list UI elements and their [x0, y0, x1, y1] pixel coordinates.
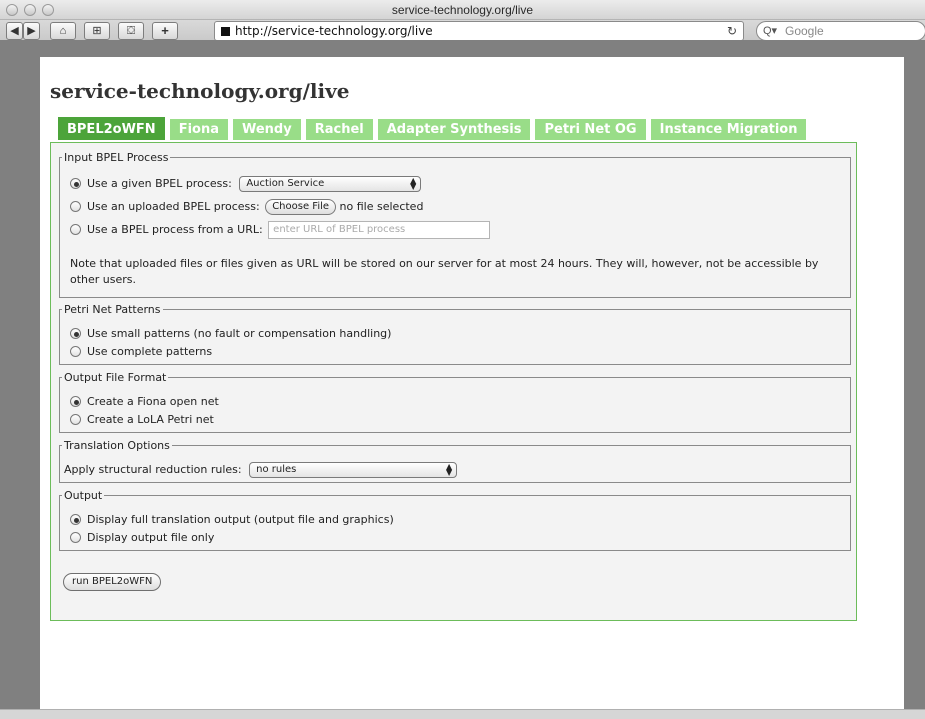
- full-output-label: Display full translation output (output …: [87, 513, 394, 526]
- small-patterns-radio[interactable]: [70, 328, 81, 339]
- search-icon: Q▾: [763, 25, 778, 37]
- lola-net-label: Create a LoLA Petri net: [87, 413, 214, 426]
- bookmarks-icon: ⛋: [126, 25, 136, 37]
- complete-patterns-row: Use complete patterns: [70, 344, 212, 360]
- reload-icon[interactable]: ↻: [727, 22, 737, 40]
- full-output-radio[interactable]: [70, 514, 81, 525]
- given-process-value: Auction Service: [246, 178, 325, 189]
- reduction-rules-label: Apply structural reduction rules:: [64, 463, 242, 476]
- choose-file-button[interactable]: Choose File: [265, 199, 337, 215]
- window-title: service-technology.org/live: [391, 3, 534, 17]
- tab-adapter-synthesis[interactable]: Adapter Synthesis: [377, 119, 531, 140]
- forward-button[interactable]: ▶: [23, 22, 40, 40]
- favicon-icon: [221, 27, 230, 36]
- translation-fieldset: Translation Options Apply structural red…: [59, 439, 851, 483]
- tab-rachel[interactable]: Rachel: [305, 119, 373, 140]
- upload-process-radio[interactable]: [70, 201, 81, 212]
- grid-icon: ⊞: [92, 25, 102, 37]
- tab-bpel2owfn[interactable]: BPEL2oWFN: [58, 117, 165, 140]
- complete-patterns-label: Use complete patterns: [87, 345, 213, 358]
- complete-patterns-radio[interactable]: [70, 346, 81, 357]
- bpel2owfn-panel: Input BPEL Process Use a given BPEL proc…: [50, 142, 857, 621]
- address-url: http://service-technology.org/live: [235, 24, 433, 38]
- run-bpel2owfn-button[interactable]: run BPEL2oWFN: [63, 573, 162, 591]
- window-bottom-bar: [0, 709, 925, 719]
- reduction-rules-value: no rules: [256, 464, 297, 475]
- url-process-row: Use a BPEL process from a URL: enter URL…: [70, 221, 491, 239]
- lola-net-radio[interactable]: [70, 414, 81, 425]
- storage-note: Note that uploaded files or files given …: [70, 257, 819, 286]
- tab-petri-net-og[interactable]: Petri Net OG: [535, 119, 646, 140]
- output-legend: Output: [64, 489, 103, 502]
- bpel-url-input[interactable]: enter URL of BPEL process: [268, 221, 491, 239]
- file-only-label: Display output file only: [87, 531, 215, 544]
- content-viewport: service-technology.org/live BPEL2oWFN Fi…: [0, 40, 925, 719]
- search-placeholder: Google: [785, 24, 824, 38]
- patterns-fieldset: Petri Net Patterns Use small patterns (n…: [59, 303, 851, 365]
- site-title: service-technology.org/live: [50, 79, 350, 103]
- home-button[interactable]: ⌂: [50, 22, 76, 40]
- title-bar: service-technology.org/live: [0, 0, 925, 20]
- fiona-net-label: Create a Fiona open net: [87, 395, 219, 408]
- web-page: service-technology.org/live BPEL2oWFN Fi…: [40, 57, 904, 709]
- forward-arrow-icon: ▶: [27, 25, 36, 37]
- format-legend: Output File Format: [64, 371, 167, 384]
- tab-wendy[interactable]: Wendy: [232, 119, 301, 140]
- add-bookmark-button[interactable]: +: [152, 22, 178, 40]
- given-process-label: Use a given BPEL process:: [87, 177, 232, 190]
- file-only-row: Display output file only: [70, 530, 214, 546]
- home-icon: ⌂: [59, 25, 67, 37]
- plus-icon: +: [161, 23, 169, 38]
- bookmarks-button[interactable]: ⛋: [118, 22, 144, 40]
- upload-process-row: Use an uploaded BPEL process: Choose Fil…: [70, 199, 423, 215]
- address-bar[interactable]: http://service-technology.org/live ↻: [214, 21, 744, 41]
- fiona-net-radio[interactable]: [70, 396, 81, 407]
- given-process-radio[interactable]: [70, 178, 81, 189]
- select-arrows-icon: ▲ ▼: [445, 462, 453, 477]
- back-button[interactable]: ◀: [6, 22, 23, 40]
- input-bpel-legend: Input BPEL Process: [64, 151, 169, 164]
- small-patterns-label: Use small patterns (no fault or compensa…: [87, 327, 392, 340]
- patterns-legend: Petri Net Patterns: [64, 303, 161, 316]
- tool-tabs: BPEL2oWFN Fiona Wendy Rachel Adapter Syn…: [58, 117, 807, 140]
- small-patterns-row: Use small patterns (no fault or compensa…: [70, 326, 391, 342]
- lola-net-row: Create a LoLA Petri net: [70, 412, 214, 428]
- tab-instance-migration[interactable]: Instance Migration: [650, 119, 807, 140]
- url-process-radio[interactable]: [70, 224, 81, 235]
- given-process-select[interactable]: Auction Service ▲ ▼: [239, 176, 422, 192]
- format-fieldset: Output File Format Create a Fiona open n…: [59, 371, 851, 433]
- url-process-label: Use a BPEL process from a URL:: [87, 223, 263, 236]
- fiona-net-row: Create a Fiona open net: [70, 394, 219, 410]
- output-fieldset: Output Display full translation output (…: [59, 489, 851, 551]
- reduction-rules-select[interactable]: no rules ▲ ▼: [249, 462, 458, 478]
- no-file-label: no file selected: [339, 200, 424, 213]
- reduction-rules-row: Apply structural reduction rules: no rul…: [64, 462, 458, 478]
- given-process-row: Use a given BPEL process: Auction Servic…: [70, 176, 422, 192]
- tab-fiona[interactable]: Fiona: [169, 119, 228, 140]
- search-field[interactable]: Q▾ Google: [756, 21, 925, 41]
- upload-process-label: Use an uploaded BPEL process:: [87, 200, 260, 213]
- select-arrows-icon: ▲ ▼: [410, 176, 417, 191]
- file-only-radio[interactable]: [70, 532, 81, 543]
- translation-legend: Translation Options: [64, 439, 170, 452]
- input-bpel-fieldset: Input BPEL Process Use a given BPEL proc…: [59, 151, 851, 298]
- full-output-row: Display full translation output (output …: [70, 512, 394, 528]
- top-sites-button[interactable]: ⊞: [84, 22, 110, 40]
- back-arrow-icon: ◀: [10, 25, 19, 37]
